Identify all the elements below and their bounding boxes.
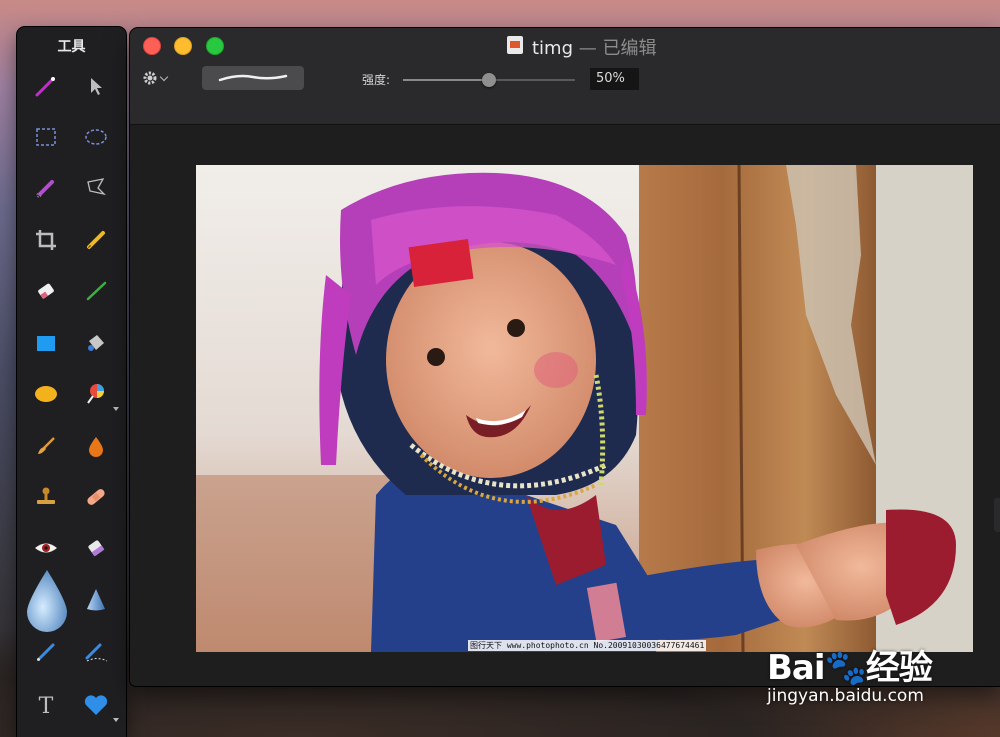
close-button[interactable] (143, 37, 161, 55)
strength-slider-fill (403, 79, 489, 81)
magic-wand-icon[interactable] (31, 71, 61, 101)
watermark-url: jingyan.baidu.com (767, 686, 924, 706)
image-canvas[interactable]: 图行天下 www.photophoto.cn No.20091030036477… (196, 165, 973, 652)
eraser-icon[interactable] (31, 276, 61, 306)
brush-preset-button[interactable] (202, 66, 304, 90)
burn-drop-icon[interactable] (81, 431, 111, 461)
baidu-watermark: Bai🐾经验 jingyan.baidu.com (767, 640, 933, 706)
color-pick-icon[interactable] (31, 173, 61, 203)
heart-shape-icon[interactable] (81, 690, 119, 722)
cone-sharpen-icon[interactable] (81, 585, 111, 615)
sponge-eraser-icon[interactable] (81, 533, 111, 563)
gradient-lollipop-icon[interactable] (81, 379, 119, 411)
brush-stroke-icon (218, 74, 288, 82)
tools-palette: 工具 T (17, 27, 126, 737)
minimize-button[interactable] (174, 37, 192, 55)
clone-stamp-icon[interactable] (31, 482, 61, 512)
ellipse-select-icon[interactable] (81, 122, 111, 152)
strength-slider[interactable] (403, 73, 575, 87)
image-caption: 图行天下 www.photophoto.cn No.20091030036477… (468, 640, 707, 651)
brush-icon[interactable] (31, 637, 61, 667)
photo (196, 165, 973, 652)
title-bar: timg — 已编辑 强度: 50% (130, 28, 1000, 125)
rect-select-icon[interactable] (31, 122, 61, 152)
watermark-brand: Bai🐾经验 (767, 648, 933, 688)
red-eye-icon[interactable] (31, 533, 61, 563)
gear-icon (143, 71, 157, 85)
strength-slider-knob[interactable] (482, 73, 496, 87)
rectangle-shape-icon[interactable] (31, 328, 61, 358)
smudge-brush-icon[interactable] (31, 431, 61, 461)
sidebar-handle[interactable] (994, 498, 1000, 532)
water-drop-icon[interactable] (22, 567, 72, 633)
strength-label: 强度: (362, 73, 391, 87)
image-window: timg — 已编辑 强度: 50% 图行天下 www.photophoto.c… (130, 28, 1000, 686)
vector-pen-icon[interactable] (81, 637, 111, 667)
chevron-down-icon (159, 72, 169, 81)
window-title: timg — 已编辑 (532, 34, 657, 60)
settings-menu-button[interactable] (142, 68, 172, 88)
heal-bandage-icon[interactable] (81, 482, 111, 512)
svg-text:T: T (39, 694, 54, 717)
edited-status: — 已编辑 (578, 38, 657, 59)
pencil-icon[interactable] (81, 225, 111, 255)
paint-bucket-icon[interactable] (81, 328, 111, 358)
strength-value-field[interactable]: 50% (590, 68, 639, 90)
document-icon (507, 36, 523, 54)
lasso-icon[interactable] (81, 173, 111, 203)
pen-icon[interactable] (81, 276, 111, 306)
ellipse-shape-icon[interactable] (31, 379, 61, 409)
maximize-button[interactable] (206, 37, 224, 55)
crop-icon[interactable] (31, 225, 61, 255)
arrow-select-icon[interactable] (81, 71, 111, 101)
tools-title: 工具 (57, 39, 86, 55)
document-name: timg (532, 38, 574, 59)
text-tool-icon[interactable]: T (31, 690, 61, 720)
